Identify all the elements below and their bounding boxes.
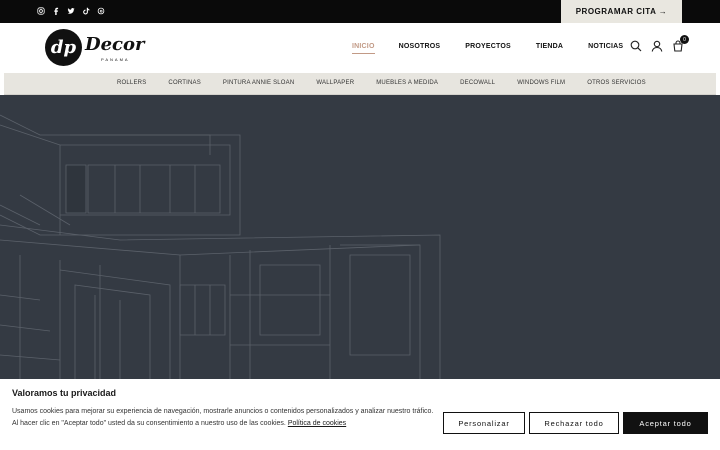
hero-banner [0, 95, 720, 380]
category-otros[interactable]: OTROS SERVICIOS [587, 80, 646, 86]
site-header: dp Decor PANAMA INICIO NOSOTROS PROYECTO… [0, 23, 720, 73]
category-list: ROLLERS CORTINAS PINTURA ANNIE SLOAN WAL… [117, 80, 668, 86]
reject-all-button[interactable]: Rechazar todo [529, 412, 619, 434]
nav-noticias[interactable]: NOTICIAS [588, 43, 623, 54]
category-pintura[interactable]: PINTURA ANNIE SLOAN [223, 80, 295, 86]
cookie-body-text: Usamos cookies para mejorar su experienc… [12, 408, 434, 427]
twitter-icon[interactable] [67, 6, 75, 16]
logo-subtitle: PANAMA [101, 57, 130, 62]
logo[interactable]: dp Decor PANAMA [45, 29, 145, 69]
nav-proyectos[interactable]: PROYECTOS [465, 43, 511, 54]
accept-all-button[interactable]: Aceptar todo [623, 412, 708, 434]
nav-inicio[interactable]: INICIO [352, 43, 375, 54]
cookie-policy-link[interactable]: Política de cookies [288, 420, 346, 427]
cart-icon[interactable]: 0 [672, 35, 689, 52]
category-wallpaper[interactable]: WALLPAPER [316, 80, 354, 86]
cookie-description: Usamos cookies para mejorar su experienc… [12, 406, 440, 430]
category-decowall[interactable]: DECOWALL [460, 80, 495, 86]
category-muebles[interactable]: MUEBLES A MEDIDA [376, 80, 438, 86]
cookie-consent-banner: Valoramos tu privacidad Usamos cookies p… [0, 379, 720, 450]
nav-nosotros[interactable]: NOSOTROS [399, 43, 441, 54]
cookie-title: Valoramos tu privacidad [12, 388, 117, 398]
cart-count-badge: 0 [680, 35, 689, 44]
social-links [37, 6, 105, 16]
tiktok-icon[interactable] [82, 6, 90, 16]
facebook-icon[interactable] [52, 6, 60, 16]
category-cortinas[interactable]: CORTINAS [168, 80, 201, 86]
logo-wordmark: Decor [85, 34, 145, 55]
logo-mark: dp [45, 29, 82, 66]
instagram-icon[interactable] [37, 6, 45, 16]
category-windows-film[interactable]: WINDOWS FILM [517, 80, 565, 86]
search-icon[interactable] [630, 40, 642, 52]
header-icons: 0 [630, 35, 689, 52]
architectural-sketch-illustration [0, 114, 441, 380]
category-rollers[interactable]: ROLLERS [117, 80, 146, 86]
category-bar: ROLLERS CORTINAS PINTURA ANNIE SLOAN WAL… [4, 73, 716, 95]
nav-tienda[interactable]: TIENDA [536, 43, 563, 54]
schedule-appointment-button[interactable]: PROGRAMAR CITA → [561, 0, 682, 23]
personalize-button[interactable]: Personalizar [443, 412, 525, 434]
threads-icon[interactable] [97, 6, 105, 16]
user-icon[interactable] [651, 40, 663, 52]
top-bar: PROGRAMAR CITA → [0, 0, 720, 23]
main-nav: INICIO NOSOTROS PROYECTOS TIENDA NOTICIA… [352, 43, 623, 54]
